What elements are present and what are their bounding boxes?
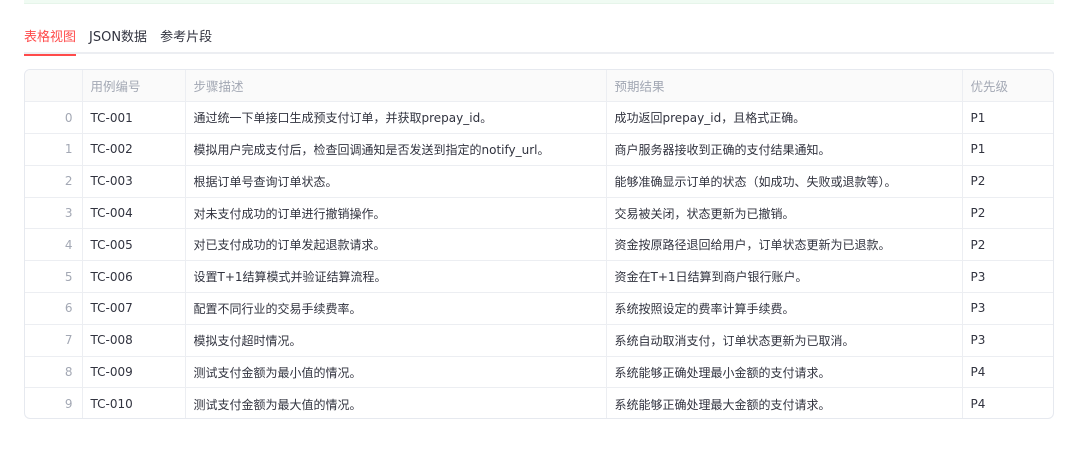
row-index[interactable]: 1 bbox=[25, 133, 83, 166]
top-status-strip bbox=[24, 0, 1054, 4]
priority-cell[interactable]: P2 bbox=[962, 165, 1053, 198]
step-description-cell[interactable]: 模拟用户完成支付后，检查回调通知是否发送到指定的notify_url。 bbox=[185, 133, 607, 166]
table-row: 1 TC-002 模拟用户完成支付后，检查回调通知是否发送到指定的notify_ur… bbox=[25, 133, 1053, 166]
table-row: 2 TC-003 根据订单号查询订单状态。 能够准确显示订单的状态（如成功、失败或退款… bbox=[25, 165, 1053, 198]
priority-cell[interactable]: P1 bbox=[962, 101, 1053, 135]
priority-cell[interactable]: P3 bbox=[962, 292, 1053, 325]
step-description-cell[interactable]: 通过统一下单接口生成预支付订单，并获取prepay_id。 bbox=[185, 101, 607, 135]
case-id-cell[interactable]: TC-008 bbox=[82, 324, 186, 357]
case-id-cell[interactable]: TC-004 bbox=[82, 197, 186, 230]
step-description-cell[interactable]: 设置T+1结算模式并验证结算流程。 bbox=[185, 260, 607, 294]
tab-table-view[interactable]: 表格视图 bbox=[24, 22, 77, 56]
table-row: 6 TC-007 配置不同行业的交易手续费率。 系统按照设定的费率计算手续费。 P3 bbox=[25, 292, 1053, 325]
step-description-cell[interactable]: 根据订单号查询订单状态。 bbox=[185, 165, 607, 198]
table-row: 3 TC-004 对未支付成功的订单进行撤销操作。 交易被关闭，状态更新为已撤销。 P2 bbox=[25, 197, 1053, 230]
view-tabs: 表格视图 JSON数据 参考片段 bbox=[24, 22, 1054, 56]
table-header-row: 用例编号 步骤描述 预期结果 优先级 bbox=[25, 70, 1053, 103]
priority-cell[interactable]: P1 bbox=[962, 133, 1053, 166]
step-description-cell[interactable]: 配置不同行业的交易手续费率。 bbox=[185, 292, 607, 325]
case-id-cell[interactable]: TC-001 bbox=[82, 101, 186, 135]
priority-cell[interactable]: P2 bbox=[962, 197, 1053, 230]
case-id-cell[interactable]: TC-007 bbox=[82, 292, 186, 325]
expected-result-cell[interactable]: 系统能够正确处理最大金额的支付请求。 bbox=[606, 387, 963, 418]
row-index[interactable]: 6 bbox=[25, 292, 83, 325]
step-description-cell[interactable]: 测试支付金额为最大值的情况。 bbox=[185, 387, 607, 418]
column-header-index[interactable] bbox=[25, 70, 83, 103]
table-row: 9 TC-010 测试支付金额为最大值的情况。 系统能够正确处理最大金额的支付请求。 P… bbox=[25, 387, 1053, 418]
row-index[interactable]: 2 bbox=[25, 165, 83, 198]
column-header-priority[interactable]: 优先级 bbox=[962, 70, 1053, 103]
expected-result-cell[interactable]: 交易被关闭，状态更新为已撤销。 bbox=[606, 197, 963, 230]
row-index[interactable]: 9 bbox=[25, 387, 83, 418]
row-index[interactable]: 0 bbox=[25, 101, 83, 135]
row-index[interactable]: 7 bbox=[25, 324, 83, 357]
expected-result-cell[interactable]: 系统能够正确处理最小金额的支付请求。 bbox=[606, 356, 963, 389]
column-header-step-description[interactable]: 步骤描述 bbox=[185, 70, 607, 103]
tab-json-data[interactable]: JSON数据 bbox=[89, 22, 147, 54]
priority-cell[interactable]: P3 bbox=[962, 324, 1053, 357]
expected-result-cell[interactable]: 能够准确显示订单的状态（如成功、失败或退款等）。 bbox=[606, 165, 963, 198]
priority-cell[interactable]: P4 bbox=[962, 356, 1053, 389]
expected-result-cell[interactable]: 商户服务器接收到正确的支付结果通知。 bbox=[606, 133, 963, 166]
expected-result-cell[interactable]: 资金按原路径退回给用户，订单状态更新为已退款。 bbox=[606, 228, 963, 262]
table-row: 0 TC-001 通过统一下单接口生成预支付订单，并获取prepay_id。 成功返回… bbox=[25, 101, 1053, 135]
test-case-table: 用例编号 步骤描述 预期结果 优先级 0 TC-001 通过统一下单接口生成预支付订… bbox=[24, 69, 1054, 419]
expected-result-cell[interactable]: 成功返回prepay_id，且格式正确。 bbox=[606, 101, 963, 135]
table-row: 4 TC-005 对已支付成功的订单发起退款请求。 资金按原路径退回给用户，订单状态更… bbox=[25, 228, 1053, 262]
table-row: 7 TC-008 模拟支付超时情况。 系统自动取消支付，订单状态更新为已取消。 P3 bbox=[25, 324, 1053, 357]
priority-cell[interactable]: P4 bbox=[962, 388, 1053, 418]
priority-cell[interactable]: P2 bbox=[962, 228, 1053, 262]
table-row: 8 TC-009 测试支付金额为最小值的情况。 系统能够正确处理最小金额的支付请求。 P… bbox=[25, 356, 1053, 389]
step-description-cell[interactable]: 对未支付成功的订单进行撤销操作。 bbox=[185, 197, 607, 230]
case-id-cell[interactable]: TC-005 bbox=[82, 228, 186, 262]
step-description-cell[interactable]: 对已支付成功的订单发起退款请求。 bbox=[185, 228, 607, 262]
expected-result-cell[interactable]: 系统按照设定的费率计算手续费。 bbox=[606, 292, 963, 325]
column-header-case-id[interactable]: 用例编号 bbox=[82, 70, 186, 103]
case-id-cell[interactable]: TC-009 bbox=[82, 356, 186, 389]
case-id-cell[interactable]: TC-003 bbox=[82, 165, 186, 198]
priority-cell[interactable]: P3 bbox=[962, 260, 1053, 294]
step-description-cell[interactable]: 测试支付金额为最小值的情况。 bbox=[185, 356, 607, 389]
case-id-cell[interactable]: TC-006 bbox=[82, 260, 186, 294]
column-header-expected-result[interactable]: 预期结果 bbox=[606, 70, 963, 103]
case-id-cell[interactable]: TC-002 bbox=[82, 133, 186, 166]
row-index[interactable]: 3 bbox=[25, 197, 83, 230]
tab-reference-snippets[interactable]: 参考片段 bbox=[160, 22, 212, 54]
row-index[interactable]: 5 bbox=[25, 260, 83, 294]
case-id-cell[interactable]: TC-010 bbox=[82, 387, 186, 418]
step-description-cell[interactable]: 模拟支付超时情况。 bbox=[185, 324, 607, 357]
row-index[interactable]: 4 bbox=[25, 228, 83, 262]
table-row: 5 TC-006 设置T+1结算模式并验证结算流程。 资金在T+1日结算到商户银行账户… bbox=[25, 260, 1053, 294]
expected-result-cell[interactable]: 系统自动取消支付，订单状态更新为已取消。 bbox=[606, 324, 963, 357]
expected-result-cell[interactable]: 资金在T+1日结算到商户银行账户。 bbox=[606, 260, 963, 294]
row-index[interactable]: 8 bbox=[25, 356, 83, 389]
